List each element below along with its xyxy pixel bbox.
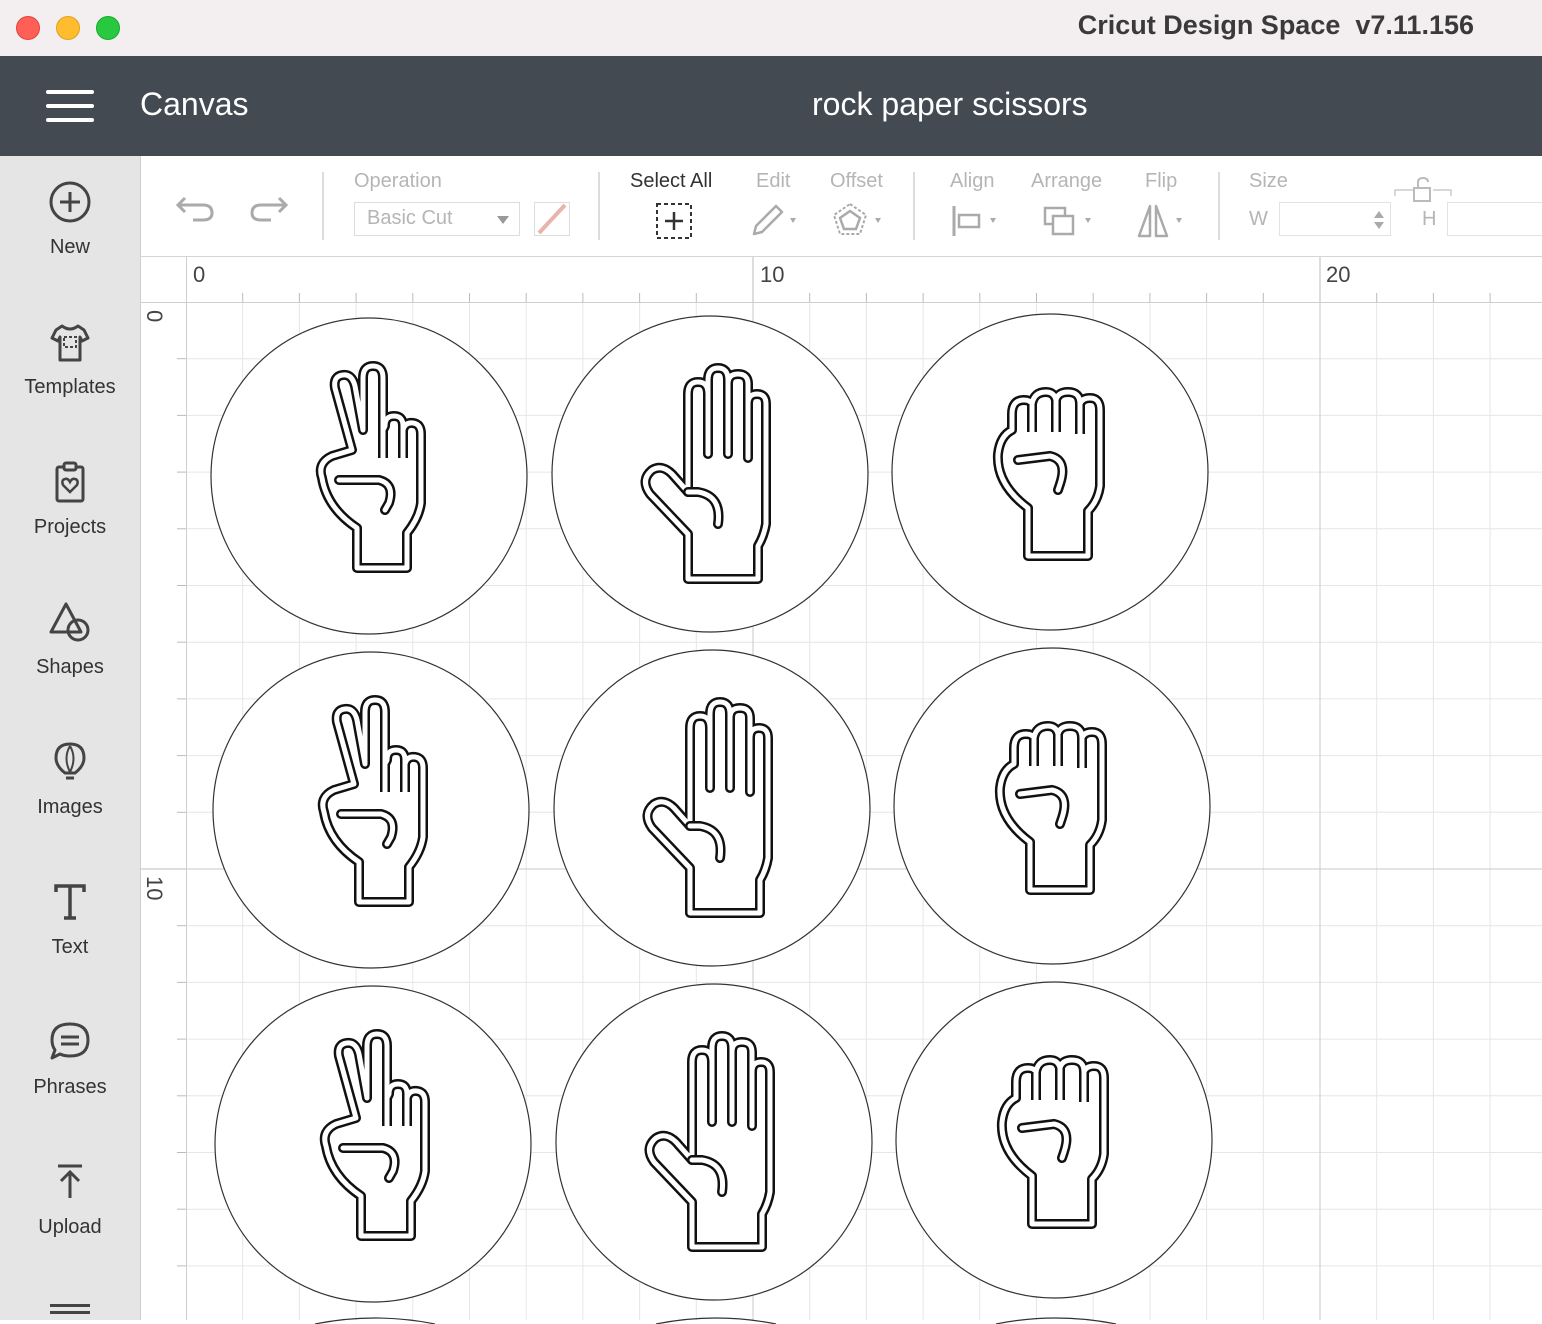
sidebar-item-label: Projects [33,516,107,538]
sidebar-item-label: Phrases [33,1076,107,1098]
height-label: H [1422,208,1437,230]
sidebar-item-label: Shapes [36,656,104,678]
window-titlebar: Cricut Design Space v7.11.156 [0,0,1542,57]
rock-fist-design[interactable] [894,980,1214,1300]
sidebar-item-shapes[interactable]: Shapes [0,576,140,716]
offset-icon[interactable] [831,202,889,240]
shapes-icon [49,602,90,642]
width-stepper-icon[interactable] [1372,207,1386,233]
sidebar-item-label: Upload [38,1216,102,1238]
paper-hand-design[interactable] [550,314,870,634]
offset-label: Offset [830,170,883,192]
rock-fist-design[interactable] [892,646,1212,966]
left-sidebar: New Templates Projects Shapes Images Tex… [0,156,141,1320]
operation-color-swatch[interactable] [534,202,570,236]
scissors-hand-design[interactable] [213,984,533,1304]
align-label: Align [950,170,995,192]
ruler-label: 0 [142,310,167,323]
left-ruler: 0 10 [141,302,187,1320]
sidebar-item-projects[interactable]: Projects [0,436,140,576]
upload-arrow-icon [58,1164,82,1198]
project-name[interactable]: rock paper scissors [812,86,1088,123]
chevron-down-icon [497,216,509,224]
edit-label: Edit [756,170,791,192]
partial-design-edge[interactable] [275,1314,475,1324]
partial-design-edge[interactable] [616,1314,816,1324]
ruler-label: 10 [760,262,785,287]
sidebar-item-phrases[interactable]: Phrases [0,996,140,1136]
flip-label: Flip [1145,170,1178,192]
sidebar-item-new[interactable]: New [0,156,140,296]
width-label: W [1249,208,1268,230]
edit-toolbar: Operation Basic Cut Select All Edit Offs… [141,156,1542,257]
sidebar-item-label: Text [51,936,89,958]
size-label: Size [1249,170,1288,192]
height-field[interactable] [1447,202,1542,236]
app-title: Cricut Design Space v7.11.156 [1077,10,1474,40]
section-title: Canvas [140,86,249,122]
zoom-window-button[interactable] [96,16,120,40]
align-left-icon[interactable] [950,202,1004,240]
minimize-window-button[interactable] [56,16,80,40]
arrange-icon[interactable] [1043,202,1099,240]
close-window-button[interactable] [16,16,40,40]
flip-icon[interactable] [1136,202,1192,240]
sidebar-item-images[interactable]: Images [0,716,140,856]
toolbar-divider [913,172,915,240]
toolbar-divider [598,172,600,240]
scissors-hand-design[interactable] [211,650,531,970]
operation-select[interactable]: Basic Cut [354,202,520,236]
ruler-label: 20 [1326,262,1351,287]
undo-icon[interactable] [175,192,215,224]
hamburger-menu-icon[interactable] [46,90,94,124]
ruler-corner [141,257,187,303]
plus-circle-icon [49,181,91,223]
scissors-hand-design[interactable] [209,316,529,636]
select-all-icon[interactable] [655,202,693,240]
operation-value: Basic Cut [367,207,453,229]
clipboard-heart-icon [55,461,85,503]
arrange-label: Arrange [1031,170,1103,192]
speech-bubble-icon [50,1022,90,1060]
ruler-label: 10 [142,876,167,901]
paper-hand-design[interactable] [554,982,874,1302]
app-header: Canvas rock paper scissors [0,56,1542,156]
redo-icon[interactable] [249,192,289,224]
width-field[interactable] [1279,202,1391,236]
toolbar-divider [322,172,324,240]
select-all-label: Select All [630,170,713,192]
sidebar-item-label: Images [37,796,103,818]
partial-design-edge[interactable] [956,1314,1156,1324]
sidebar-more-icon[interactable] [50,1302,90,1320]
ruler-label: 0 [193,262,206,287]
sidebar-item-upload[interactable]: Upload [0,1136,140,1276]
lightbulb-icon [54,742,86,780]
operation-label: Operation [354,170,442,192]
top-ruler: 0 10 20 [141,257,1542,303]
paper-hand-design[interactable] [552,648,872,968]
toolbar-divider [1218,172,1220,240]
sidebar-item-text[interactable]: Text [0,856,140,996]
lock-aspect-icon[interactable] [1393,176,1455,212]
sidebar-item-label: Templates [24,376,116,398]
text-t-icon [54,884,86,920]
edit-pen-icon[interactable] [748,202,804,240]
rock-fist-design[interactable] [890,312,1210,632]
tshirt-icon [50,324,90,362]
sidebar-item-label: New [49,236,90,258]
sidebar-item-templates[interactable]: Templates [0,296,140,436]
